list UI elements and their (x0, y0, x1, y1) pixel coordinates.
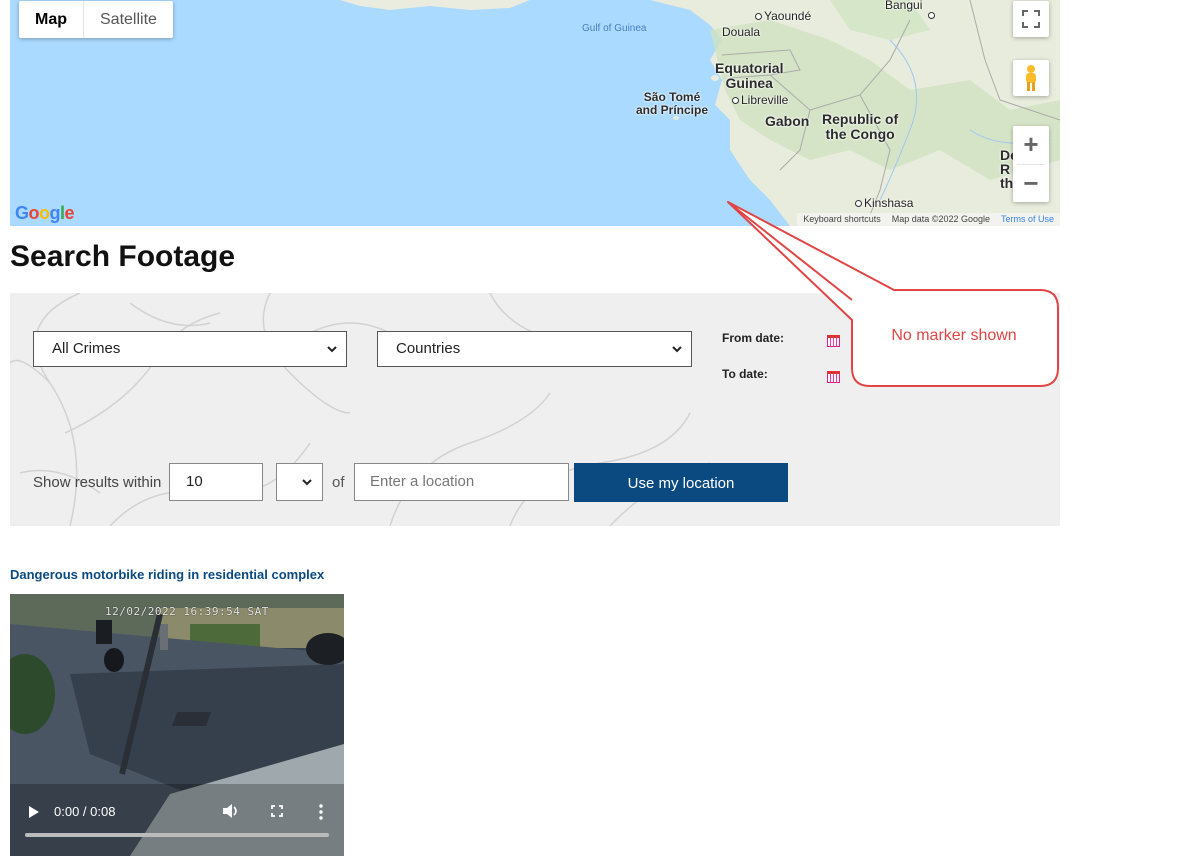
map-attribution: Keyboard shortcuts Map data ©2022 Google… (797, 213, 1060, 226)
fullscreen-icon[interactable] (271, 805, 283, 817)
keyboard-shortcuts-link[interactable]: Keyboard shortcuts (803, 213, 881, 226)
map-label-yaounde: Yaoundé (755, 9, 811, 23)
chevron-down-icon (302, 479, 312, 486)
video-player[interactable]: 12/02/2022 16:39:54 SAT 0:00 / 0:08 (10, 594, 344, 856)
page-title: Search Footage (10, 240, 236, 273)
callout-text: No marker shown (891, 327, 1017, 344)
google-logo[interactable]: Google (15, 203, 75, 224)
more-options-icon[interactable] (318, 804, 324, 820)
results-within-label: Show results within (33, 474, 162, 491)
chevron-down-icon (672, 346, 682, 353)
map-label-douala: Douala (722, 25, 761, 39)
city-dot-icon (928, 8, 937, 22)
distance-unit-select[interactable] (276, 463, 323, 501)
fullscreen-button[interactable] (1013, 1, 1049, 37)
country-select[interactable]: Countries (377, 331, 692, 367)
video-timestamp: 12/02/2022 16:39:54 SAT (105, 605, 269, 618)
map-label-kinshasa: Kinshasa (855, 196, 913, 210)
video-time-display: 0:00 / 0:08 (54, 804, 116, 819)
volume-icon[interactable] (222, 803, 240, 819)
of-label: of (332, 474, 345, 491)
map-label-sao-tome: São Tomé and Príncipe (636, 90, 709, 117)
zoom-control: + − (1013, 126, 1049, 202)
fullscreen-icon (1022, 10, 1040, 28)
map[interactable]: Gulf of Guinea Bangui Yaoundé Douala Equ… (10, 0, 1060, 226)
map-type-control: Map Satellite (19, 1, 173, 38)
result-title-link[interactable]: Dangerous motorbike riding in residentia… (10, 567, 324, 582)
from-date-calendar-icon[interactable] (827, 335, 840, 347)
to-date-label: To date: (722, 367, 768, 381)
crime-type-value: All Crimes (52, 340, 121, 357)
terms-of-use-link[interactable]: Terms of Use (1001, 213, 1054, 226)
from-date-label: From date: (722, 331, 785, 345)
to-date-calendar-icon[interactable] (827, 371, 840, 383)
radius-input[interactable]: 10 (169, 463, 263, 501)
zoom-out-button[interactable]: − (1013, 164, 1049, 202)
map-type-satellite-button[interactable]: Satellite (84, 1, 173, 38)
zoom-in-button[interactable]: + (1013, 126, 1049, 164)
location-input[interactable]: Enter a location (354, 463, 569, 501)
chevron-down-icon (327, 346, 337, 353)
map-label-republic-of-congo: Republic of the Congo (822, 111, 899, 142)
crime-type-select[interactable]: All Crimes (33, 331, 347, 367)
map-label-libreville: Libreville (732, 93, 788, 107)
map-label-equatorial-guinea: Equatorial Guinea (715, 60, 784, 91)
map-type-map-button[interactable]: Map (19, 1, 84, 38)
map-data-label: Map data ©2022 Google (891, 214, 990, 224)
map-label-gabon: Gabon (765, 113, 810, 129)
use-my-location-button[interactable]: Use my location (574, 463, 788, 502)
country-value: Countries (396, 340, 461, 357)
map-label-bangui: Bangui (885, 0, 923, 12)
map-label-gulf: Gulf of Guinea (582, 23, 647, 34)
pegman-icon (1026, 65, 1036, 91)
street-view-button[interactable] (1013, 60, 1049, 96)
play-icon[interactable] (28, 805, 40, 819)
video-progress-bar[interactable] (25, 833, 329, 837)
